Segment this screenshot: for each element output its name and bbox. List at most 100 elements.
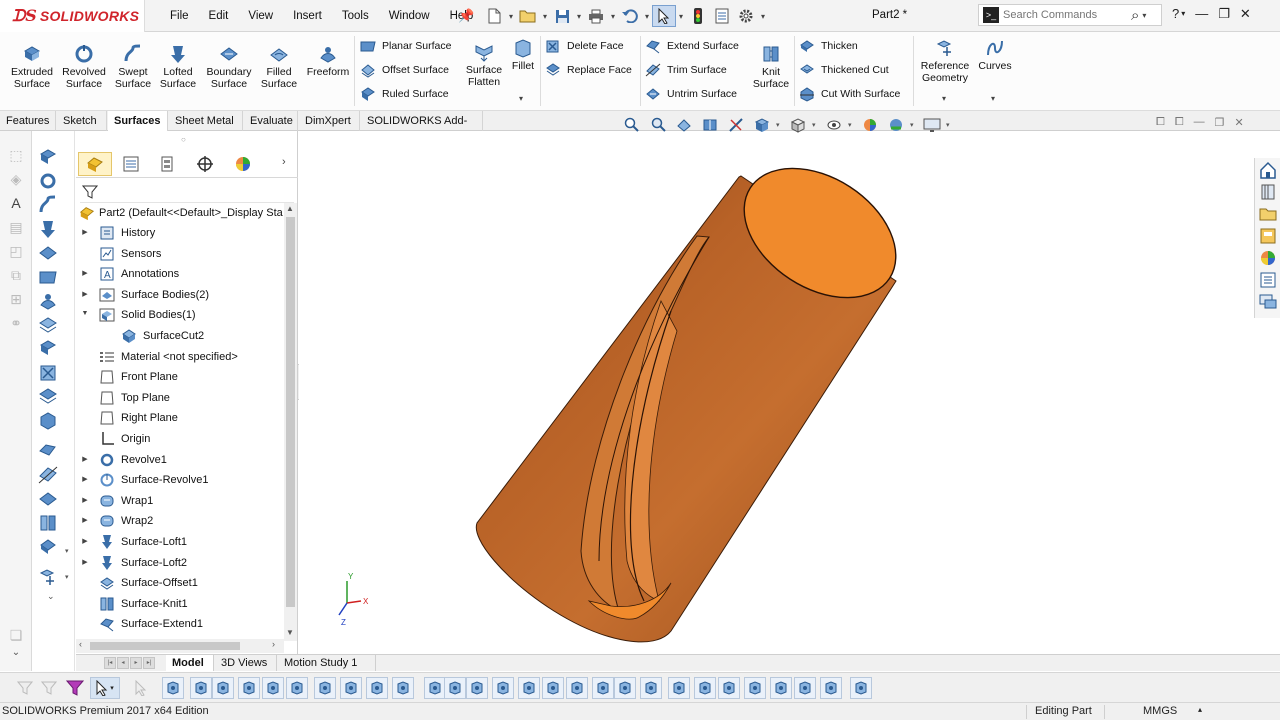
cut-with-surface-shortcut-icon[interactable]: [38, 411, 58, 431]
solidworks-resources-home-icon[interactable]: [1258, 160, 1278, 180]
section-view-icon[interactable]: [698, 115, 722, 135]
filter-vertices-icon[interactable]: [162, 677, 184, 699]
tab-sketch[interactable]: Sketch: [57, 111, 107, 131]
tree-node-material-not-specified[interactable]: Material <not specified>: [76, 347, 284, 367]
expand-arrow-icon[interactable]: ▶: [80, 228, 90, 236]
file-properties-icon[interactable]: [710, 5, 734, 27]
filter-midpoints-icon[interactable]: [392, 677, 414, 699]
thicken-shortcut-icon[interactable]: [38, 537, 58, 557]
graphics-area[interactable]: Y X Z: [299, 131, 1253, 655]
units-dropdown-icon[interactable]: ▴: [1198, 705, 1202, 714]
knit-surface-button[interactable]: Knit Surface: [750, 44, 792, 90]
untrim-surface-shortcut-icon[interactable]: [38, 489, 58, 509]
reference-geometry-dropdown-icon[interactable]: ▾: [942, 94, 946, 103]
planar-surface-shortcut-icon[interactable]: [38, 267, 58, 287]
tree-node-origin[interactable]: Origin: [76, 429, 284, 449]
display-manager-tab[interactable]: [226, 152, 260, 176]
menu-insert[interactable]: Insert: [283, 10, 332, 22]
tab-solidworks-add-ins[interactable]: SOLIDWORKS Add-Ins: [361, 111, 483, 147]
panel-grip-icon[interactable]: ○: [181, 135, 186, 144]
filter-weld-symbols-icon[interactable]: [566, 677, 588, 699]
view-palette-icon[interactable]: [1258, 226, 1278, 246]
tree-node-revolve1[interactable]: ▶ Revolve1: [76, 450, 284, 470]
solidworks-logo[interactable]: ᗪS SOLIDWORKS: [0, 0, 145, 32]
filter-sketch-points-icon[interactable]: [340, 677, 362, 699]
search-dropdown-icon[interactable]: ▾: [1142, 11, 1146, 20]
filter-dowel-pins-icon[interactable]: [744, 677, 766, 699]
last-tab-icon[interactable]: ▸|: [143, 657, 155, 669]
configuration-manager-tab[interactable]: [150, 152, 184, 176]
filter-notes-icon[interactable]: [518, 677, 540, 699]
minimize-icon[interactable]: —: [1195, 6, 1208, 22]
tree-vertical-scrollbar[interactable]: ▲ ▼: [284, 203, 297, 641]
view-settings-dropdown-icon[interactable]: ▾: [946, 121, 954, 129]
filter-dimensions-icon[interactable]: [444, 677, 466, 699]
menu-view[interactable]: View: [238, 10, 283, 22]
untrim-surface-button[interactable]: Untrim Surface: [645, 84, 737, 104]
doc-close-icon[interactable]: ✕: [1235, 116, 1244, 129]
extend-surface-button[interactable]: Extend Surface: [645, 36, 739, 56]
thickened-cut-button[interactable]: Thickened Cut: [799, 60, 889, 80]
filter-cosmetic-threads-icon[interactable]: [614, 677, 636, 699]
filter-sketch-segments-icon[interactable]: [366, 677, 388, 699]
filter-funnel-icon[interactable]: [82, 184, 98, 200]
close-icon[interactable]: ✕: [1240, 6, 1251, 22]
tree-node-annotations[interactable]: ▶ A Annotations: [76, 264, 284, 284]
view-orientation-icon[interactable]: [750, 115, 774, 135]
tab-3d-views[interactable]: 3D Views: [215, 655, 277, 671]
extruded-surface-shortcut-icon[interactable]: [38, 147, 58, 167]
filter-axes-icon[interactable]: [286, 677, 308, 699]
reference-geometry-shortcut-icon[interactable]: [38, 567, 58, 587]
scroll-right-icon[interactable]: ›: [272, 639, 275, 649]
swept-surface-button[interactable]: Swept Surface: [110, 44, 156, 90]
filter-balloons-icon[interactable]: [794, 677, 816, 699]
display-style-icon[interactable]: [786, 115, 810, 135]
save-icon[interactable]: [550, 5, 574, 27]
replace-face-shortcut-icon[interactable]: [38, 387, 58, 407]
file-explorer-icon[interactable]: [1258, 204, 1278, 224]
feature-tree-tab[interactable]: [78, 152, 112, 176]
select-dropdown-icon[interactable]: ▾: [676, 12, 686, 21]
expand-arrow-icon[interactable]: ▶: [80, 496, 90, 504]
previous-view-icon[interactable]: [672, 115, 696, 135]
hide-show-items-icon[interactable]: [822, 115, 846, 135]
select-cursor-icon[interactable]: [652, 5, 676, 27]
thicken-button[interactable]: Thicken: [799, 36, 858, 56]
freeform-shortcut-icon[interactable]: [38, 291, 58, 311]
expand-arrow-icon[interactable]: ▶: [80, 269, 90, 277]
lofted-surface-button[interactable]: Lofted Surface: [156, 44, 200, 90]
fillet-button[interactable]: Fillet: [508, 38, 538, 72]
revolved-surface-shortcut-icon[interactable]: [38, 171, 58, 191]
prev-tab-icon[interactable]: ◂: [117, 657, 129, 669]
design-library-icon[interactable]: [1258, 182, 1278, 202]
filter-datums-icon[interactable]: [542, 677, 564, 699]
print-dropdown-icon[interactable]: ▾: [608, 12, 618, 21]
options-gear-icon[interactable]: [734, 5, 758, 27]
replace-face-button[interactable]: Replace Face: [545, 60, 632, 80]
tree-node-wrap1[interactable]: ▶ Wrap1: [76, 491, 284, 511]
extend-surface-shortcut-icon[interactable]: [38, 441, 58, 461]
print-icon[interactable]: [584, 5, 608, 27]
tree-node-sensors[interactable]: Sensors: [76, 244, 284, 264]
doc-tile-right-icon[interactable]: ⧠: [1175, 116, 1184, 129]
hide-show-dropdown-icon[interactable]: ▾: [848, 121, 856, 129]
surface-flatten-button[interactable]: Surface Flatten: [462, 42, 506, 88]
ruled-surface-shortcut-icon[interactable]: [38, 339, 58, 359]
revolved-surface-button[interactable]: Revolved Surface: [60, 44, 108, 90]
doc-restore-icon[interactable]: ❐: [1215, 116, 1225, 129]
tree-node-surface-extend1[interactable]: Surface-Extend1: [76, 614, 284, 634]
tab-surfaces[interactable]: Surfaces: [108, 111, 168, 131]
pin-menu-icon[interactable]: 📌: [458, 8, 474, 24]
search-icon[interactable]: ⌕: [1131, 7, 1139, 24]
help-icon[interactable]: ?: [1172, 6, 1179, 22]
filled-surface-button[interactable]: Filled Surface: [258, 44, 300, 90]
knit-dropdown-icon[interactable]: ▾: [65, 547, 69, 555]
filter-faces-icon[interactable]: [212, 677, 234, 699]
tree-node-solid-bodies-1[interactable]: ▼ Solid Bodies(1): [76, 305, 284, 325]
expand-arrow-icon[interactable]: ▶: [80, 537, 90, 545]
offset-surface-button[interactable]: Offset Surface: [360, 60, 449, 80]
tree-node-wrap2[interactable]: ▶ Wrap2: [76, 511, 284, 531]
scroll-left-icon[interactable]: ‹: [79, 639, 82, 649]
filter-solid-bodies-icon[interactable]: [262, 677, 284, 699]
filter-spot-welds-icon[interactable]: [668, 677, 690, 699]
